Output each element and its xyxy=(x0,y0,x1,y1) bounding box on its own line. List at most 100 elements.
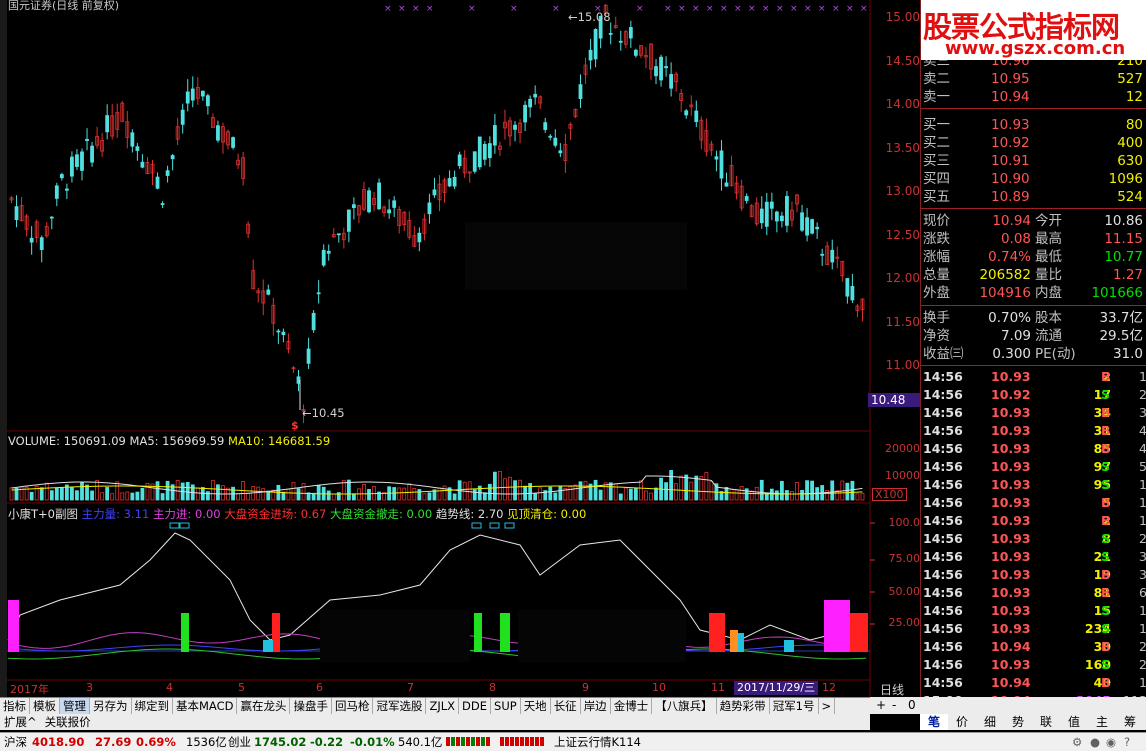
toolbar-button[interactable]: 回马枪 xyxy=(332,698,374,714)
toolbar-button[interactable]: 趋势彩带 xyxy=(717,698,770,714)
quote-label: 净资 xyxy=(923,328,950,344)
tick-row: 14:56 10.93 5 B 1 xyxy=(921,494,1146,512)
panel-tab[interactable]: 笔 xyxy=(920,714,948,730)
volume-bar xyxy=(442,485,447,501)
signal-cross-marker: × xyxy=(412,4,420,14)
volume-bar xyxy=(800,489,804,501)
tick-time: 14:56 xyxy=(923,459,963,474)
signal-cross-marker: × xyxy=(398,4,406,14)
volume-bar xyxy=(316,485,321,501)
news-ticker[interactable]: 上证云行情K114 xyxy=(554,733,641,751)
quote-row: 外盘 104916 内盘 101666 xyxy=(921,284,1146,302)
market-breadth-icon xyxy=(500,733,545,751)
panel-tab[interactable]: 值 xyxy=(1060,714,1088,730)
tick-row: 14:56 10.92 17 S 2 xyxy=(921,386,1146,404)
brand-watermark: 股票公式指标网 www.gszx.com.cn xyxy=(921,0,1146,60)
toolbar-control[interactable]: 0 xyxy=(908,697,916,713)
price-axis-label: 11.00 xyxy=(885,358,920,372)
volume-bar xyxy=(140,487,145,501)
volume-bar xyxy=(644,490,648,501)
tick-row: 14:56 10.93 15 S 1 xyxy=(921,602,1146,620)
toolbar-button[interactable]: DDE xyxy=(459,698,492,714)
toolbar-button[interactable]: 管理 xyxy=(60,698,90,714)
signal-bar xyxy=(500,613,510,652)
volume-bar xyxy=(795,481,799,501)
secondary-toolbar-button[interactable]: 扩展^ xyxy=(0,714,41,730)
panel-tab[interactable]: 主 xyxy=(1088,714,1116,730)
ma5-value: MA5: 156969.59 xyxy=(129,434,225,448)
tick-time: 14:56 xyxy=(923,495,963,510)
toolbar-button[interactable]: 长征 xyxy=(551,698,581,714)
mask-block xyxy=(465,222,687,290)
toolbar-button[interactable]: ZJLX xyxy=(426,698,460,714)
volume-bar xyxy=(29,491,34,501)
candle-body xyxy=(75,154,79,167)
toolbar-button[interactable]: 金博士 xyxy=(611,698,653,714)
toolbar-button[interactable]: 冠军1号 xyxy=(770,698,819,714)
panel-tab[interactable]: 价 xyxy=(948,714,976,730)
panel-tab[interactable]: 势 xyxy=(1004,714,1032,730)
candle-body xyxy=(231,137,235,148)
volume-bar xyxy=(623,487,628,501)
panel-tab[interactable]: 联 xyxy=(1032,714,1060,730)
toolbar-button[interactable]: 冠军选股 xyxy=(373,698,427,714)
volume-bar xyxy=(296,488,301,501)
panel-tab[interactable]: 筹 xyxy=(1116,714,1144,730)
tick-row: 14:56 10.93 19 B 3 xyxy=(921,566,1146,584)
toolbar-button[interactable]: 操盘手 xyxy=(290,698,332,714)
toolbar-button[interactable]: 岸边 xyxy=(581,698,611,714)
tick-row: 14:56 10.94 40 B 1 xyxy=(921,674,1146,692)
volume-bar xyxy=(105,487,110,501)
sound-icon[interactable]: ◉ xyxy=(1106,733,1116,751)
volume-bar xyxy=(533,492,538,501)
volume-bar xyxy=(291,482,296,501)
main-chart[interactable]: × × × × × × × × × × × × × × × × × × × × × × × × xyxy=(0,0,920,697)
toolbar-button[interactable]: 另存为 xyxy=(90,698,132,714)
toolbar-button[interactable]: 【八旗兵】 xyxy=(652,698,717,714)
toolbar-button[interactable]: 赢在龙头 xyxy=(237,698,291,714)
toolbar-control[interactable]: + xyxy=(876,697,886,713)
signal-cross-marker: × xyxy=(664,4,672,14)
toolbar-button[interactable]: 天地 xyxy=(521,698,551,714)
main-power-value: 主力量: 3.11 xyxy=(81,507,150,521)
tick-count: 1 xyxy=(1139,513,1146,528)
toolbar-button[interactable]: 模板 xyxy=(30,698,60,714)
tick-price: 10.93 xyxy=(991,603,1031,618)
tick-direction: B xyxy=(1101,495,1111,510)
volume-bar xyxy=(281,491,286,501)
candle-body xyxy=(180,109,185,125)
help-icon[interactable]: ? xyxy=(1124,733,1130,751)
candle-body xyxy=(578,84,583,100)
toolbar-button[interactable]: > xyxy=(819,698,836,714)
signal-cross-marker: × xyxy=(706,4,714,14)
peak-marker xyxy=(489,522,500,529)
candle-body xyxy=(281,331,286,336)
tick-count: 1 xyxy=(1139,675,1146,690)
candle-body xyxy=(49,216,54,219)
panel-tab[interactable]: 细 xyxy=(976,714,1004,730)
candle-body xyxy=(785,195,789,226)
settings-icon[interactable]: ⚙ xyxy=(1072,733,1082,751)
signal-cross-marker: × xyxy=(860,4,868,14)
secondary-toolbar-button[interactable]: 关联报价 xyxy=(41,714,95,730)
order-book-buy-row: 买五 10.89 524 xyxy=(921,188,1146,206)
candle-body xyxy=(190,88,195,101)
volume-bar xyxy=(583,480,588,501)
toolbar-button[interactable]: 指标 xyxy=(0,698,30,714)
lock-icon[interactable]: ● xyxy=(1090,733,1100,751)
signal-cross-marker: × xyxy=(748,4,756,14)
toolbar-control[interactable]: - xyxy=(892,697,896,713)
period-label[interactable]: 日线 xyxy=(880,681,904,698)
toolbar-button[interactable]: 绑定到 xyxy=(132,698,173,714)
quote-value: 10.77 xyxy=(1104,249,1143,265)
volume-bar xyxy=(472,489,477,501)
toolbar-button[interactable]: 基本MACD xyxy=(173,698,238,714)
volume-bar xyxy=(669,470,674,501)
tick-direction: S xyxy=(1101,459,1111,474)
toolbar-button[interactable]: SUP xyxy=(491,698,521,714)
candle-body xyxy=(830,249,835,263)
main-in-value: 主力进: 0.00 xyxy=(152,507,221,521)
signal-cross-marker: × xyxy=(804,4,812,14)
candle-body xyxy=(664,66,668,69)
indicator-name[interactable]: 小康T+0副图 xyxy=(8,507,78,521)
